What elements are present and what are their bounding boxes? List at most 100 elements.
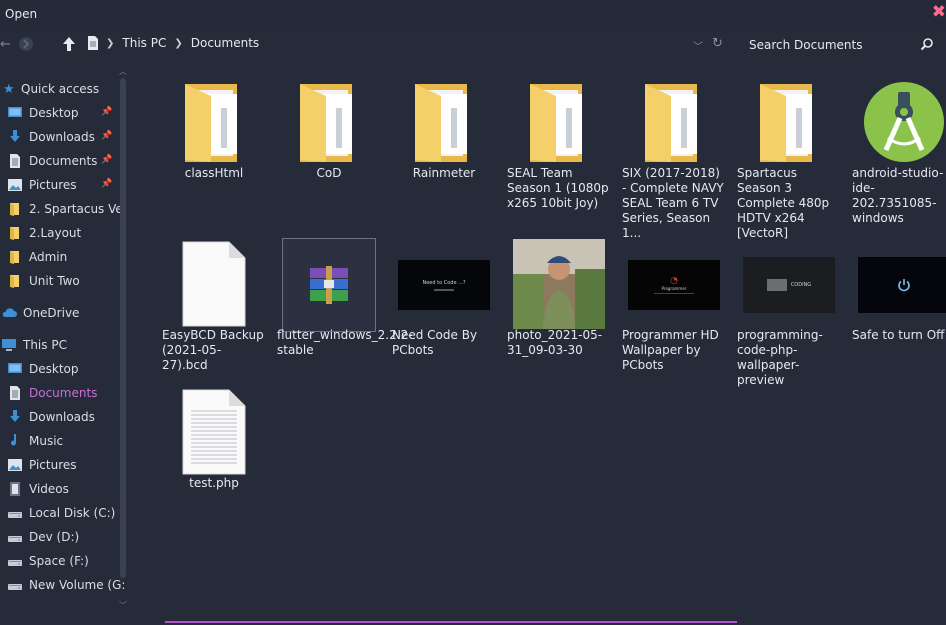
file-name: Programmer HD Wallpaper by PCbots	[622, 328, 719, 372]
file-item-rainmeter[interactable]: Rainmeter	[390, 74, 498, 224]
file-item-test-php[interactable]: test.php	[160, 384, 268, 534]
sidebar-item-label: This PC	[23, 338, 67, 352]
file-name: android-studio-ide-202.7351085-windows	[852, 166, 944, 225]
sidebar-item-local-disk-c[interactable]: Local Disk (C:)	[7, 502, 125, 524]
file-name: Need Code By PCbots	[392, 328, 478, 357]
file-item-need-code-by-pcbots[interactable]: Need to Code ...? Need Code By PCbots	[390, 236, 498, 386]
breadcrumb-this-pc[interactable]: This PC	[122, 36, 166, 50]
blank-file-icon	[182, 241, 246, 330]
videos-icon	[7, 482, 23, 496]
forward-arrow-icon[interactable]	[18, 36, 34, 56]
up-arrow-icon[interactable]	[61, 35, 77, 57]
file-item-photo-2021-05-31-09-03-30[interactable]: photo_2021-05-31_09-03-30	[505, 236, 613, 386]
sidebar-item-label: 2. Spartacus Ven	[29, 202, 125, 216]
document-icon	[7, 154, 23, 168]
pictures-icon	[7, 458, 23, 472]
cloud-icon	[1, 306, 17, 320]
sidebar-item-label: New Volume (G:	[29, 578, 125, 592]
sidebar-item-pictures[interactable]: Pictures	[7, 454, 125, 476]
sidebar-item-space-f[interactable]: Space (F:)	[7, 550, 125, 572]
file-name: SIX (2017-2018) - Complete NAVY SEAL Tea…	[622, 166, 724, 240]
file-item-classhtml[interactable]: classHtml	[160, 74, 268, 224]
file-name: programming-code-php-wallpaper-preview	[737, 328, 823, 387]
sidebar-scrollbar[interactable]: ︿ ﹀	[119, 66, 127, 611]
sidebar-item-videos[interactable]: Videos	[7, 478, 125, 500]
sidebar-item-unit-two[interactable]: Unit Two	[7, 270, 125, 292]
sidebar-item-label: OneDrive	[23, 306, 80, 320]
sidebar-item-downloads[interactable]: Downloads	[7, 406, 125, 428]
file-item-programming-code-php-wallpaper-preview[interactable]: CODING programming-code-php-wallpaper-pre…	[735, 236, 843, 387]
drive-icon	[7, 506, 23, 520]
archive-icon	[282, 238, 376, 332]
title-bar: Open ✖	[0, 0, 946, 30]
scroll-down-icon[interactable]: ﹀	[119, 600, 127, 611]
file-item-safe-to-turn-off[interactable]: Safe to turn Off	[850, 236, 946, 386]
file-name: SEAL Team Season 1 (1080p x265 10bit Joy…	[507, 166, 609, 210]
file-name: Spartacus Season 3 Complete 480p HDTV x2…	[737, 166, 830, 240]
sidebar-item-label: Music	[29, 434, 64, 448]
sidebar-item-onedrive[interactable]: OneDrive	[1, 302, 119, 324]
chevron-right-icon[interactable]: ❯	[106, 38, 114, 49]
file-list: classHtml CoD Rainmeter SEAL Team Season 1 …	[130, 60, 946, 625]
sidebar-item-2-layout[interactable]: 2.Layout	[7, 222, 125, 244]
sidebar-item-label: Admin	[29, 250, 68, 264]
scroll-up-icon[interactable]: ︿	[119, 66, 127, 77]
drive-icon	[7, 530, 23, 544]
chevron-down-icon[interactable]: ﹀	[693, 38, 703, 53]
sidebar-item-this-pc[interactable]: This PC	[1, 334, 119, 356]
desktop-icon	[7, 106, 23, 120]
image-thumbnail: CODING	[743, 257, 835, 313]
sidebar-item-desktop[interactable]: Desktop	[7, 358, 125, 380]
file-item-flutter-windows-2-2-2-stable[interactable]: flutter_windows_2.2.2-stable	[275, 236, 413, 386]
sidebar-item-dev-d[interactable]: Dev (D:)	[7, 526, 125, 548]
sidebar-item-2-spartacus-ven[interactable]: 2. Spartacus Ven	[7, 198, 125, 220]
file-item-spartacus-season-3-complete-480p-hdtv-x2[interactable]: Spartacus Season 3 Complete 480p HDTV x2…	[735, 74, 843, 240]
scrollbar-thumb[interactable]	[120, 78, 126, 578]
chevron-right-icon[interactable]: ❯	[174, 38, 182, 49]
sidebar-item-label: Pictures	[29, 178, 77, 192]
sidebar-item-label: Documents	[29, 386, 98, 400]
download-icon	[7, 130, 23, 144]
folder-icon	[411, 80, 477, 167]
computer-icon	[1, 338, 17, 352]
sidebar-item-quick-access[interactable]: ★ Quick access	[3, 78, 121, 100]
sidebar-item-label: Local Disk (C:)	[29, 506, 116, 520]
breadcrumb-documents[interactable]: Documents	[191, 36, 259, 50]
drive-icon	[7, 554, 23, 568]
back-arrow-icon[interactable]: ←	[0, 37, 11, 52]
pictures-icon	[7, 178, 23, 192]
folder-icon	[526, 80, 592, 167]
search-input[interactable]	[740, 34, 931, 56]
search-icon[interactable]	[920, 37, 934, 54]
folder-icon	[296, 80, 362, 167]
sidebar-item-documents[interactable]: Documents	[7, 382, 125, 404]
file-item-android-studio-ide-202-7351085-windows[interactable]: android-studio-ide-202.7351085-windows	[850, 74, 946, 225]
text-file-icon	[182, 389, 246, 478]
sidebar-item-admin[interactable]: Admin	[7, 246, 125, 268]
file-item-easybcd-backup-2021-05-27-bcd[interactable]: EasyBCD Backup (2021-05-27).bcd	[160, 236, 268, 386]
close-icon[interactable]: ✖	[932, 2, 946, 22]
sidebar-item-label: Documents	[29, 154, 98, 168]
file-name: test.php	[189, 476, 239, 490]
folder-icon	[7, 274, 23, 288]
sidebar-item-label: Dev (D:)	[29, 530, 80, 544]
folder-icon	[7, 226, 23, 240]
sidebar-item-label: Pictures	[29, 458, 77, 472]
file-item-seal-team-season-1-1080p-x265-10bit-joy[interactable]: SEAL Team Season 1 (1080p x265 10bit Joy…	[505, 74, 613, 224]
file-item-programmer-hd-wallpaper-by-pcbots[interactable]: ◔ Programmer Programmer HD Wallpaper by PC…	[620, 236, 728, 386]
search-box[interactable]	[740, 34, 940, 56]
file-item-six-2017-2018-complete-navy-seal-team-6-[interactable]: SIX (2017-2018) - Complete NAVY SEAL Tea…	[620, 74, 728, 240]
file-name: Rainmeter	[412, 166, 476, 180]
sidebar-item-label: Downloads	[29, 130, 95, 144]
photo-thumbnail	[513, 238, 605, 332]
sidebar-item-music[interactable]: Music	[7, 430, 125, 452]
file-item-cod[interactable]: CoD	[275, 74, 383, 224]
sidebar-item-label: Desktop	[29, 362, 79, 376]
sidebar-item-label: Desktop	[29, 106, 79, 120]
desktop-icon	[7, 362, 23, 376]
selection-indicator	[165, 621, 737, 623]
sidebar-item-new-volume-g[interactable]: New Volume (G:	[7, 574, 125, 596]
sidebar-item-label: 2.Layout	[29, 226, 82, 240]
refresh-icon[interactable]: ↻	[712, 36, 723, 51]
image-thumbnail	[858, 257, 946, 313]
